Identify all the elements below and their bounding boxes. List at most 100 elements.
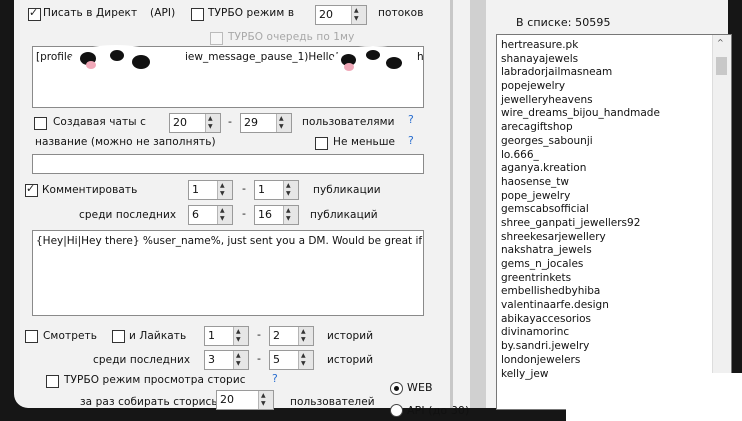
list-item[interactable]: divinamorinc — [501, 326, 660, 340]
api-label: (API) — [150, 7, 176, 19]
list-item[interactable]: wire_dreams_bijou_handmade — [501, 107, 660, 121]
comment-pubs-label: публикации — [313, 184, 381, 196]
chats-to-arrows[interactable]: ▲ ▼ — [276, 114, 291, 132]
collect-value: 20 — [220, 393, 234, 406]
chats-from-stepper[interactable]: 20 ▲ ▼ — [169, 113, 221, 133]
api-radio-label: API (до 30) — [407, 404, 470, 417]
list-item[interactable]: pope_jewelry — [501, 190, 660, 204]
range-dash: - — [242, 207, 246, 220]
not-less-label: Не меньше — [333, 136, 396, 148]
web-radio-label: WEB — [407, 381, 433, 394]
list-item[interactable]: haosense_tw — [501, 176, 660, 190]
list-item[interactable]: embellishedbyhiba — [501, 285, 660, 299]
collect-users-label: пользователей — [290, 396, 375, 408]
chats-to-stepper[interactable]: 29 ▲ ▼ — [240, 113, 292, 133]
send-direct-checkbox[interactable] — [28, 6, 41, 21]
list-item[interactable]: georges_sabounji — [501, 135, 660, 149]
send-direct-label: Писать в Директ — [43, 7, 138, 19]
collect-stepper[interactable]: 20 ▲ ▼ — [216, 390, 274, 410]
create-chats-checkbox[interactable] — [34, 117, 47, 130]
list-item[interactable]: abikayaccesorios — [501, 313, 660, 327]
stories-among-to-stepper[interactable]: 5 ▲ ▼ — [269, 350, 314, 370]
stories-from-arrows[interactable]: ▲ ▼ — [233, 327, 248, 345]
comment-to-arrows[interactable]: ▲ ▼ — [283, 181, 298, 199]
list-item[interactable]: labradorjailmasneam — [501, 66, 660, 80]
not-less-help-icon[interactable]: ? — [408, 134, 414, 147]
username-list-items: hertreasure.pk shanayajewels labradorjailm… — [501, 39, 660, 381]
threads-stepper[interactable]: 20 ▲ ▼ — [315, 5, 367, 25]
chats-from-value: 20 — [173, 116, 187, 129]
turbo-queue-checkbox[interactable] — [210, 32, 223, 45]
list-item[interactable]: valentinaarfe.design — [501, 299, 660, 313]
list-item[interactable]: aganya.kreation — [501, 162, 660, 176]
comment-among-from-stepper[interactable]: 6 ▲ ▼ — [188, 205, 233, 225]
list-item[interactable]: shreekesarjewellery — [501, 231, 660, 245]
list-item[interactable]: by.sandri.jewelry — [501, 340, 660, 354]
turbo-mode-checkbox[interactable] — [191, 8, 204, 21]
comment-label: Комментировать — [42, 184, 138, 196]
username-list[interactable]: hertreasure.pk shanayajewels labradorjailm… — [496, 34, 732, 410]
comment-from-arrows[interactable]: ▲ ▼ — [217, 181, 232, 199]
watch-stories-checkbox[interactable] — [25, 330, 38, 343]
comment-among-from-value: 6 — [192, 208, 199, 221]
watch-stories-label: Смотреть — [43, 330, 98, 342]
list-item[interactable]: nakshatra_jewels — [501, 244, 660, 258]
range-dash: - — [257, 328, 261, 341]
threads-label: потоков — [378, 7, 424, 19]
turbo-view-help-icon[interactable]: ? — [272, 372, 278, 385]
comment-among-label: среди последних — [79, 209, 177, 221]
list-item[interactable]: hertreasure.pk — [501, 39, 660, 53]
chats-users-label: пользователями — [302, 116, 395, 128]
api-radio[interactable] — [390, 404, 403, 417]
stories-among-from-arrows[interactable]: ▲ ▼ — [233, 351, 248, 369]
message-text-end: h — [417, 51, 424, 63]
list-item[interactable]: shree_ganpati_jewellers92 — [501, 217, 660, 231]
comment-from-stepper[interactable]: 1 ▲ ▼ — [188, 180, 233, 200]
list-item[interactable]: londonjewelers — [501, 354, 660, 368]
chats-help-icon[interactable]: ? — [408, 113, 414, 126]
web-radio[interactable] — [390, 382, 403, 395]
collect-arrows[interactable]: ▲ ▼ — [258, 391, 273, 409]
stories-from-stepper[interactable]: 1 ▲ ▼ — [204, 326, 249, 346]
like-stories-checkbox[interactable] — [112, 330, 125, 343]
stories-to-stepper[interactable]: 2 ▲ ▼ — [269, 326, 314, 346]
not-less-checkbox[interactable] — [315, 137, 328, 150]
chat-name-input[interactable] — [32, 154, 424, 174]
turbo-view-checkbox[interactable] — [46, 375, 59, 388]
list-item[interactable]: jewelleryheavens — [501, 94, 660, 108]
comment-among-to-arrows[interactable]: ▲ ▼ — [283, 206, 298, 224]
list-scrollbar[interactable]: ^ — [712, 35, 731, 409]
comment-among-from-arrows[interactable]: ▲ ▼ — [217, 206, 232, 224]
create-chats-label: Создавая чаты с — [53, 116, 146, 128]
comment-among-to-stepper[interactable]: 16 ▲ ▼ — [254, 205, 299, 225]
comment-from-value: 1 — [192, 183, 199, 196]
list-item[interactable]: lo.666_ — [501, 149, 660, 163]
stories-label: историй — [327, 330, 374, 342]
turbo-queue-label: ТУРБО очередь по 1му — [228, 31, 355, 43]
comment-to-stepper[interactable]: 1 ▲ ▼ — [254, 180, 299, 200]
vertical-splitter[interactable] — [450, 0, 453, 408]
list-item[interactable]: shanayajewels — [501, 53, 660, 67]
stories-among-to-arrows[interactable]: ▲ ▼ — [298, 351, 313, 369]
stories-among-label-2: историй — [327, 354, 374, 366]
stories-from-value: 1 — [208, 329, 215, 342]
left-pane-scrollbar[interactable] — [470, 0, 486, 408]
comment-among-pubs-label: публикаций — [310, 209, 378, 221]
like-stories-label: и Лайкать — [129, 330, 187, 342]
list-item[interactable]: arecagiftshop — [501, 121, 660, 135]
stories-among-from-stepper[interactable]: 3 ▲ ▼ — [204, 350, 249, 370]
list-item[interactable]: gems_n_jocales — [501, 258, 660, 272]
range-dash: - — [257, 352, 261, 365]
list-item[interactable]: greentrinkets — [501, 272, 660, 286]
threads-stepper-arrows[interactable]: ▲ ▼ — [351, 6, 366, 24]
list-item[interactable]: gemscabsofficial — [501, 203, 660, 217]
comment-textbox[interactable]: {Hey|Hi|Hey there} %user_name%, just sen… — [32, 230, 424, 316]
stories-among-from-value: 3 — [208, 353, 215, 366]
list-item[interactable]: popejewelry — [501, 80, 660, 94]
stories-among-label: среди последних — [93, 354, 191, 366]
scroll-up-icon[interactable]: ^ — [717, 38, 724, 47]
chats-from-arrows[interactable]: ▲ ▼ — [205, 114, 220, 132]
comment-checkbox[interactable] — [25, 182, 38, 197]
stories-to-arrows[interactable]: ▲ ▼ — [298, 327, 313, 345]
scroll-thumb[interactable] — [716, 57, 727, 75]
